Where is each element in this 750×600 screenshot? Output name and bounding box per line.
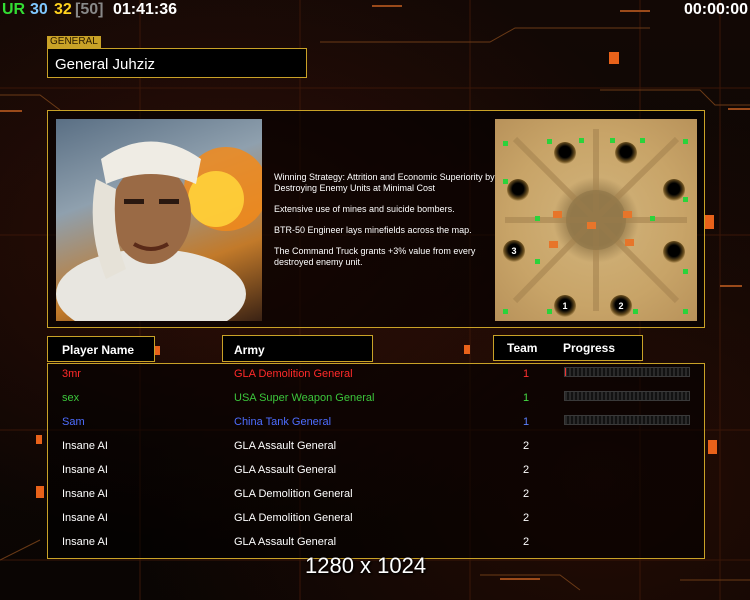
- general-description: Winning Strategy: Attrition and Economic…: [274, 172, 496, 268]
- start-position-label: 2: [618, 301, 624, 311]
- tech-building-marker: [503, 309, 508, 314]
- player-name: Insane AI: [62, 488, 108, 500]
- start-position[interactable]: 1: [554, 295, 576, 317]
- stat-value-3: [50]: [75, 1, 104, 18]
- player-team: 2: [523, 440, 530, 452]
- stat-value-1: 30: [30, 1, 48, 18]
- oil-derrick-marker: [587, 222, 596, 229]
- player-name: Insane AI: [62, 440, 108, 452]
- tech-building-marker: [579, 138, 584, 143]
- player-row[interactable]: Insane AI GLA Assault General 2: [47, 531, 703, 555]
- tech-building-marker: [535, 216, 540, 221]
- supply-spot: [554, 142, 576, 164]
- player-row[interactable]: 3mr GLA Demolition General 1: [47, 363, 703, 387]
- player-row[interactable]: Sam China Tank General 1: [47, 411, 703, 435]
- oil-derrick-marker: [553, 211, 562, 218]
- general-info-panel: Winning Strategy: Attrition and Economic…: [47, 110, 705, 328]
- player-army: USA Super Weapon General: [234, 392, 375, 404]
- description-line: BTR-50 Engineer lays minefields across t…: [274, 225, 472, 235]
- general-name: General Juhziz: [55, 56, 156, 73]
- description-line: The Command Truck grants +3% value from …: [274, 246, 476, 267]
- player-army: GLA Demolition General: [234, 368, 353, 380]
- map-terrain: [505, 129, 687, 311]
- progress-bar: [564, 415, 690, 425]
- description-line: Extensive use of mines and suicide bombe…: [274, 204, 455, 214]
- tech-building-marker: [503, 179, 508, 184]
- supply-spot: [615, 142, 637, 164]
- player-army: GLA Assault General: [234, 536, 337, 548]
- countdown-clock: 00:00:00: [683, 1, 748, 18]
- tech-building-marker: [547, 309, 552, 314]
- player-name: Insane AI: [62, 464, 108, 476]
- tech-building-marker: [650, 216, 655, 221]
- player-team: 1: [523, 416, 530, 428]
- player-army: GLA Assault General: [234, 440, 337, 452]
- game-clock: 01:41:36: [113, 1, 178, 18]
- supply-spot: [663, 179, 685, 201]
- general-tag: GENERAL: [47, 36, 101, 48]
- player-name: Insane AI: [62, 512, 108, 524]
- tech-building-marker: [683, 197, 688, 202]
- resolution-watermark: 1280 x 1024: [305, 553, 427, 578]
- player-army: China Tank General: [234, 416, 332, 428]
- tech-building-marker: [683, 309, 688, 314]
- tech-building-marker: [683, 139, 688, 144]
- player-army: GLA Demolition General: [234, 512, 353, 524]
- player-team: 1: [523, 392, 530, 404]
- tech-building-marker: [535, 259, 540, 264]
- progress-bar: [564, 391, 690, 401]
- ur-label: UR: [2, 1, 26, 18]
- tech-building-marker: [683, 269, 688, 274]
- general-portrait: [56, 119, 262, 321]
- player-team: 2: [523, 488, 530, 500]
- start-position[interactable]: 3: [503, 240, 525, 262]
- column-header-team-label: Team: [507, 341, 538, 355]
- column-header-player: Player Name: [47, 336, 155, 362]
- oil-derrick-marker: [623, 211, 632, 218]
- player-list-rows: 3mr GLA Demolition General 1 sex USA Sup…: [47, 363, 705, 559]
- player-team: 1: [523, 368, 530, 380]
- column-header-progress-label: Progress: [563, 341, 616, 355]
- player-name: 3mr: [62, 368, 81, 380]
- oil-derrick-marker: [625, 239, 634, 246]
- general-name-box: General Juhziz: [47, 48, 307, 78]
- progress-fill: [565, 368, 567, 376]
- column-header-team-progress: Team Progress: [493, 335, 643, 361]
- stat-value-2: 32: [54, 1, 72, 18]
- start-position-label: 3: [511, 246, 517, 256]
- progress-bar: [564, 367, 690, 377]
- description-line: Winning Strategy: Attrition and Economic…: [274, 172, 495, 193]
- tech-building-marker: [640, 138, 645, 143]
- player-name: Insane AI: [62, 536, 108, 548]
- tech-building-marker: [547, 139, 552, 144]
- column-header-player-label: Player Name: [62, 343, 135, 357]
- player-row[interactable]: Insane AI GLA Assault General 2: [47, 435, 703, 459]
- supply-spot: [507, 179, 529, 201]
- player-row[interactable]: Insane AI GLA Demolition General 2: [47, 483, 703, 507]
- player-row[interactable]: Insane AI GLA Demolition General 2: [47, 507, 703, 531]
- tech-building-marker: [633, 309, 638, 314]
- column-header-army-label: Army: [234, 343, 265, 357]
- start-position-label: 1: [562, 301, 568, 311]
- player-name: Sam: [62, 416, 85, 428]
- player-row[interactable]: sex USA Super Weapon General 1: [47, 387, 703, 411]
- player-team: 2: [523, 536, 530, 548]
- player-army: GLA Demolition General: [234, 488, 353, 500]
- tech-building-marker: [610, 138, 615, 143]
- supply-spot: [663, 241, 685, 263]
- player-row[interactable]: Insane AI GLA Assault General 2: [47, 459, 703, 483]
- player-name: sex: [62, 392, 80, 404]
- column-header-army: Army: [222, 335, 373, 362]
- start-position[interactable]: 2: [610, 295, 632, 317]
- portrait-illustration: [56, 141, 262, 321]
- map-preview[interactable]: 3 1 2: [495, 119, 697, 321]
- player-army: GLA Assault General: [234, 464, 337, 476]
- tech-building-marker: [503, 141, 508, 146]
- player-team: 2: [523, 464, 530, 476]
- oil-derrick-marker: [549, 241, 558, 248]
- player-team: 2: [523, 512, 530, 524]
